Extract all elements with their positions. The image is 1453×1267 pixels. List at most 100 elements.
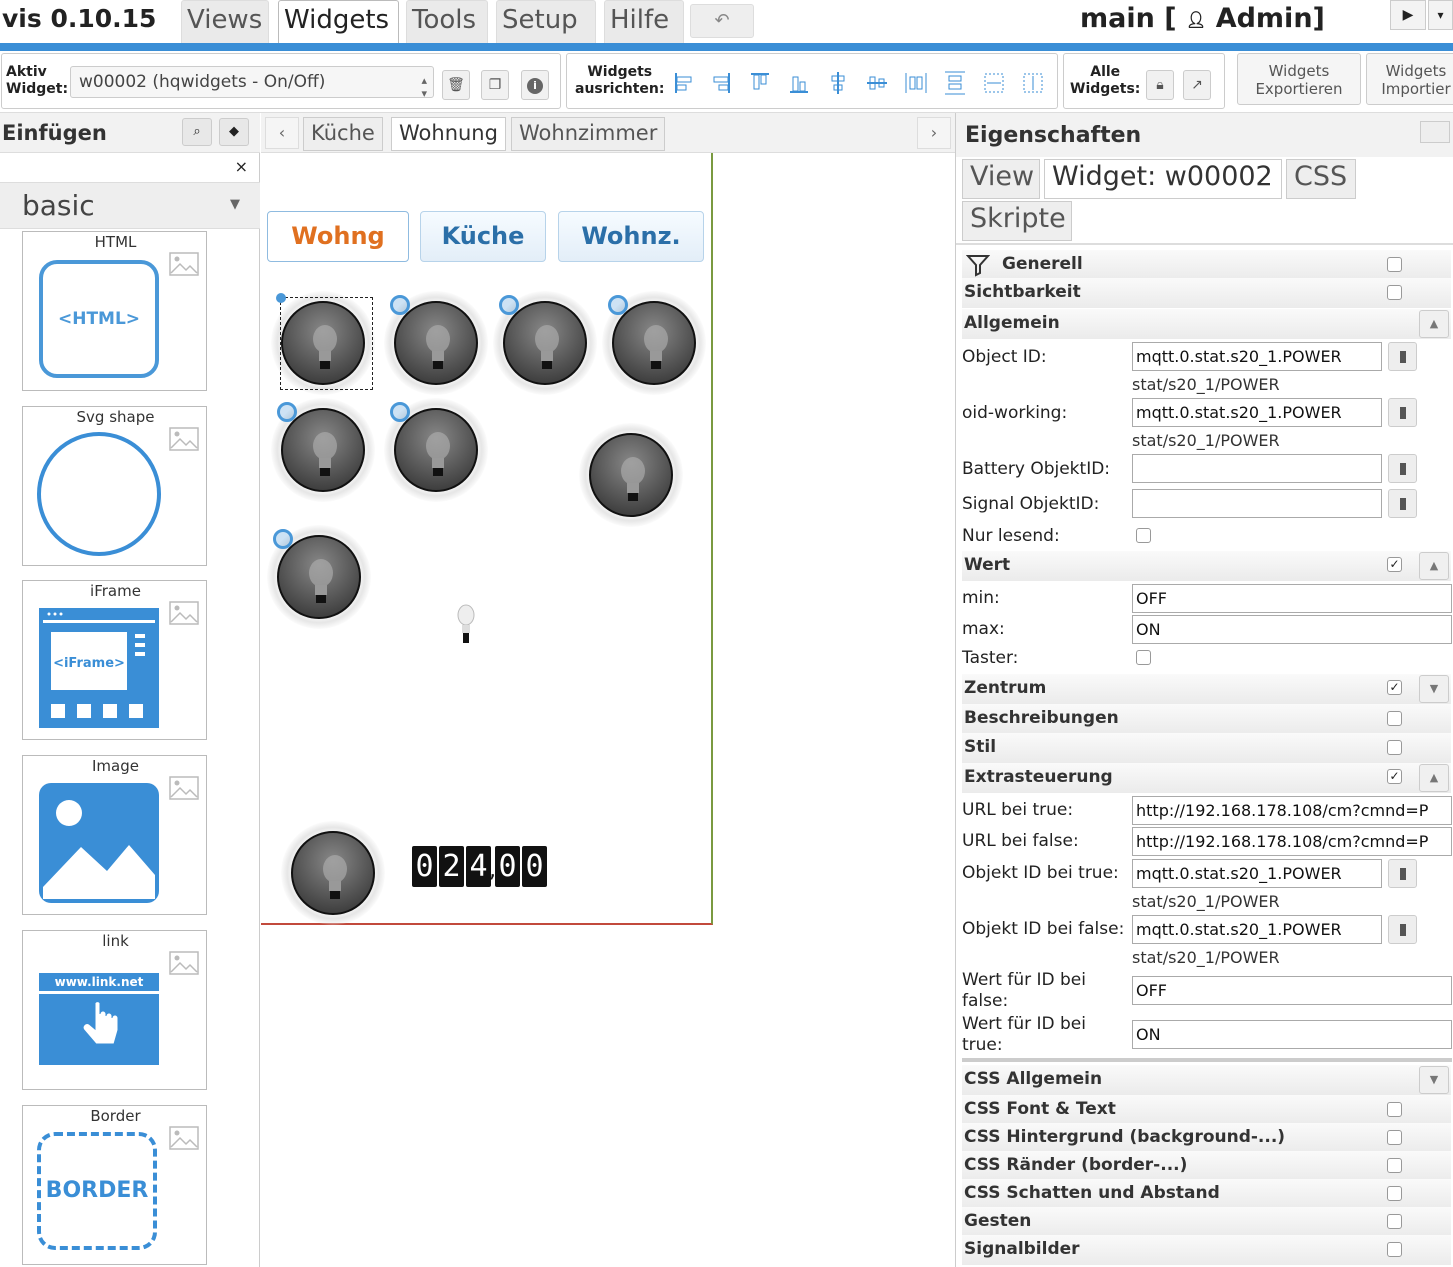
checkbox[interactable]: [1387, 1102, 1402, 1117]
same-height-icon[interactable]: [1020, 69, 1046, 97]
lamp-switch-widget[interactable]: [271, 398, 375, 502]
checkbox[interactable]: ✓: [1387, 680, 1402, 695]
menu-views[interactable]: Views: [181, 0, 269, 43]
tab-wohnzimmer[interactable]: Wohnzimmer: [511, 117, 666, 151]
select-id-button[interactable]: [1388, 859, 1417, 888]
url-true-input[interactable]: http://192.168.178.108/cm?cmnd=P: [1132, 796, 1452, 825]
taster-checkbox[interactable]: [1136, 650, 1151, 665]
run-menu-button[interactable]: ▾: [1428, 0, 1453, 30]
view-tabs-next[interactable]: ›: [917, 117, 951, 149]
undo-button[interactable]: ↶: [690, 4, 754, 38]
view-canvas[interactable]: Wohng Küche Wohnz. 0 2 4 , 0 0: [261, 153, 713, 925]
widget-card-html[interactable]: HTML <HTML>: [22, 231, 207, 391]
tab-skripte[interactable]: Skripte: [962, 201, 1072, 241]
checkbox[interactable]: [1387, 1242, 1402, 1257]
search-button[interactable]: ⌕: [182, 118, 212, 146]
select-id-button[interactable]: [1388, 915, 1417, 944]
val-true-input[interactable]: ON: [1132, 1020, 1452, 1049]
checkbox[interactable]: [1387, 1130, 1402, 1145]
tab-kueche[interactable]: Küche: [303, 117, 383, 151]
section-css-shadow[interactable]: CSS Schatten und Abstand: [962, 1179, 1451, 1209]
tag-button[interactable]: ◆: [219, 118, 249, 146]
section-extrasteuerung[interactable]: Extrasteuerung ✓ ▲: [962, 763, 1451, 793]
object-id-input[interactable]: mqtt.0.stat.s20_1.POWER: [1132, 342, 1382, 371]
min-input[interactable]: OFF: [1132, 584, 1452, 613]
open-external-button[interactable]: ↗: [1183, 70, 1211, 100]
collapse-button[interactable]: ▲: [1419, 764, 1449, 792]
import-widgets-button[interactable]: Widgets Importier: [1366, 53, 1453, 105]
oid-true-input[interactable]: mqtt.0.stat.s20_1.POWER: [1132, 859, 1382, 888]
widget-filter[interactable]: ×: [0, 153, 260, 183]
tab-view[interactable]: View: [962, 159, 1040, 199]
small-bulb-icon[interactable]: [456, 603, 476, 647]
panel-toggle-button[interactable]: [1420, 121, 1450, 143]
tab-widget[interactable]: Widget: w00002: [1044, 159, 1282, 199]
widget-card-border[interactable]: Border BORDER: [22, 1105, 207, 1265]
nav-button-kueche[interactable]: Küche: [420, 211, 546, 262]
battery-input[interactable]: [1132, 454, 1382, 483]
collapse-button[interactable]: ▲: [1419, 310, 1449, 338]
selected-widget-outline[interactable]: [280, 297, 373, 390]
checkbox[interactable]: ✓: [1387, 769, 1402, 784]
readonly-checkbox[interactable]: [1136, 528, 1151, 543]
category-select[interactable]: basic ▼: [0, 183, 260, 229]
checkbox[interactable]: [1387, 1186, 1402, 1201]
select-id-button[interactable]: [1388, 454, 1417, 483]
section-css-border[interactable]: CSS Ränder (border-...): [962, 1151, 1451, 1181]
align-right-icon[interactable]: [708, 69, 734, 97]
align-left-icon[interactable]: [671, 69, 697, 97]
section-allgemein[interactable]: Allgemein ▲: [962, 309, 1451, 339]
lock-all-button[interactable]: 🔒︎: [1146, 70, 1174, 100]
active-widget-select[interactable]: w00002 (hqwidgets - On/Off) ▴ ▾: [70, 66, 434, 100]
section-wert[interactable]: Wert ✓ ▲: [962, 551, 1451, 581]
lamp-switch-widget[interactable]: [267, 525, 371, 629]
lamp-switch-widget[interactable]: [384, 291, 488, 395]
section-signalbilder[interactable]: Signalbilder: [962, 1235, 1451, 1265]
oid-working-input[interactable]: mqtt.0.stat.s20_1.POWER: [1132, 398, 1382, 427]
expand-button[interactable]: ▼: [1419, 675, 1449, 703]
section-beschreibungen[interactable]: Beschreibungen: [962, 704, 1451, 734]
signal-input[interactable]: [1132, 489, 1382, 518]
widget-info-button[interactable]: i: [521, 70, 549, 100]
menu-setup[interactable]: Setup: [496, 0, 596, 43]
checkbox[interactable]: [1387, 1214, 1402, 1229]
section-sichtbarkeit[interactable]: Sichtbarkeit: [962, 278, 1451, 308]
widget-card-iframe[interactable]: iFrame <iFrame>: [22, 580, 207, 740]
distribute-v-icon[interactable]: [942, 69, 968, 97]
nav-button-wohnzimmer[interactable]: Wohnz.: [558, 211, 704, 262]
section-css-background[interactable]: CSS Hintergrund (background-...): [962, 1123, 1451, 1153]
clear-filter-icon[interactable]: ×: [235, 157, 248, 176]
checkbox[interactable]: [1387, 740, 1402, 755]
align-center-v-icon[interactable]: [825, 69, 851, 97]
align-bottom-icon[interactable]: [786, 69, 812, 97]
view-tabs-prev[interactable]: ‹: [265, 117, 299, 149]
checkbox[interactable]: [1387, 1158, 1402, 1173]
collapse-button[interactable]: ▲: [1419, 552, 1449, 580]
tab-css[interactable]: CSS: [1286, 159, 1356, 199]
select-id-button[interactable]: [1388, 342, 1417, 371]
section-css-allgemein[interactable]: CSS Allgemein ▼: [962, 1065, 1451, 1095]
nav-button-wohnung[interactable]: Wohng: [267, 211, 409, 262]
checkbox[interactable]: [1387, 257, 1402, 272]
lamp-switch-widget[interactable]: [281, 821, 385, 925]
widget-card-svg-shape[interactable]: Svg shape: [22, 406, 207, 566]
url-false-input[interactable]: http://192.168.178.108/cm?cmnd=P: [1132, 827, 1452, 856]
lamp-switch-widget[interactable]: [602, 291, 706, 395]
section-generell[interactable]: Generell: [962, 250, 1451, 280]
copy-widget-button[interactable]: ❐: [481, 70, 509, 100]
align-center-h-icon[interactable]: [864, 69, 890, 97]
same-width-icon[interactable]: [981, 69, 1007, 97]
menu-hilfe[interactable]: Hilfe: [604, 0, 684, 43]
select-id-button[interactable]: [1388, 398, 1417, 427]
run-button[interactable]: ▶: [1390, 0, 1426, 30]
lamp-switch-widget[interactable]: [493, 291, 597, 395]
checkbox[interactable]: [1387, 711, 1402, 726]
section-gesten[interactable]: Gesten: [962, 1207, 1451, 1237]
max-input[interactable]: ON: [1132, 615, 1452, 644]
section-stil[interactable]: Stil: [962, 733, 1451, 763]
oid-false-input[interactable]: mqtt.0.stat.s20_1.POWER: [1132, 915, 1382, 944]
select-id-button[interactable]: [1388, 489, 1417, 518]
widget-card-link[interactable]: link www.link.net: [22, 930, 207, 1090]
val-false-input[interactable]: OFF: [1132, 976, 1452, 1005]
expand-button[interactable]: ▼: [1419, 1066, 1449, 1094]
